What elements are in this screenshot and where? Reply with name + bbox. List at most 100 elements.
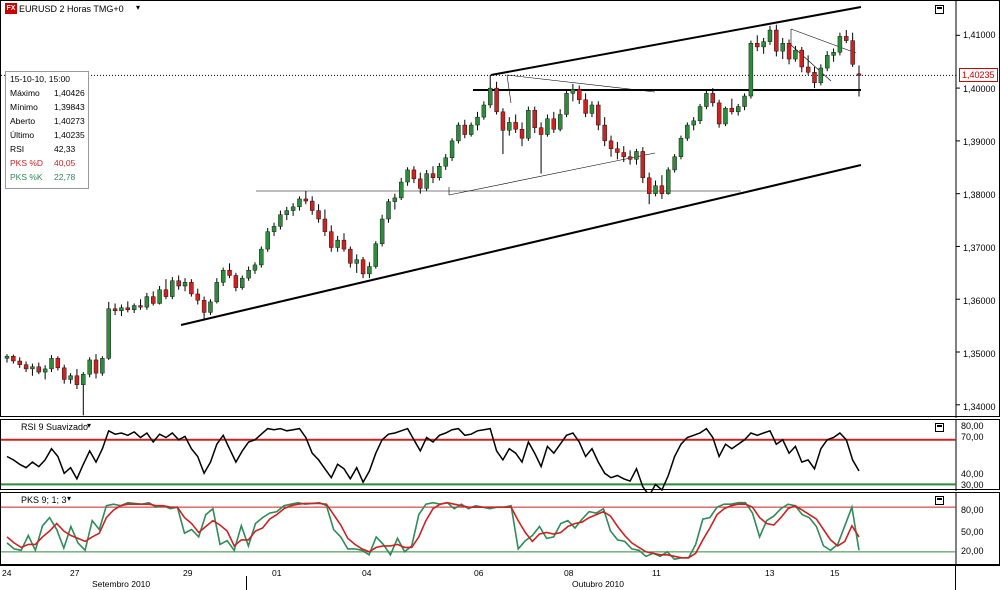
- candle-body: [767, 29, 773, 42]
- lower-trendline: [180, 164, 862, 326]
- candle-body: [163, 289, 169, 297]
- pks-tick: 80,00: [961, 505, 984, 515]
- candle-body: [615, 148, 620, 153]
- candle-body: [481, 104, 487, 118]
- candle-body: [704, 93, 709, 107]
- minimize-icon[interactable]: [935, 496, 944, 505]
- pks-pane[interactable]: PKS 9; 1; 3 ▾ 80,00 50,00 20,00: [0, 492, 1000, 566]
- day-label: 24: [2, 568, 12, 578]
- candle-body: [392, 197, 398, 202]
- candle-body: [208, 301, 213, 313]
- candle-body: [468, 124, 474, 135]
- candle-body: [379, 218, 385, 245]
- candle-body: [608, 140, 614, 149]
- pks-title[interactable]: PKS 9; 1; 3: [21, 495, 67, 505]
- candle-body: [151, 296, 156, 304]
- candle-body: [424, 173, 429, 189]
- minimize-icon[interactable]: [935, 423, 944, 432]
- candle-body: [437, 166, 442, 179]
- candle-body: [507, 122, 512, 131]
- candle-body: [74, 375, 80, 385]
- candle-body: [564, 93, 569, 115]
- candle-body: [252, 264, 258, 271]
- day-label: 13: [765, 568, 775, 578]
- day-label: 08: [564, 568, 574, 578]
- info-row-max: Máximo 1,40426: [10, 88, 85, 98]
- price-chart-svg[interactable]: [1, 1, 1000, 418]
- candle-body: [157, 289, 162, 304]
- candle-body: [373, 243, 378, 267]
- info-row-pks-k: PKS %K 22,78: [10, 172, 76, 182]
- rsi-pane[interactable]: RSI 9 Suavizado ▾ 80,00 70,00 40,00 30,0…: [0, 419, 1000, 497]
- candle-body: [189, 282, 194, 295]
- candle-body: [729, 107, 735, 113]
- candle-body: [125, 307, 131, 310]
- candle-body: [634, 151, 639, 160]
- candle-body: [748, 43, 754, 97]
- candle-body: [386, 201, 391, 220]
- pks-chart-svg[interactable]: [1, 493, 1000, 566]
- candle-body: [11, 356, 16, 362]
- candle-body: [55, 358, 61, 369]
- candle-body: [659, 185, 665, 194]
- candle-body: [399, 181, 404, 199]
- candle-body: [456, 124, 461, 142]
- info-row-last: Último 1,40235: [10, 130, 85, 140]
- candle-body: [577, 88, 582, 100]
- info-datetime: 15-10-10, 15:00: [10, 74, 71, 84]
- candle-body: [672, 156, 677, 171]
- candle-body: [246, 270, 251, 279]
- candle-body: [341, 239, 347, 250]
- day-label: 01: [272, 568, 282, 578]
- candle-body: [640, 151, 646, 179]
- rsi-chart-svg[interactable]: [1, 420, 1000, 497]
- candle-body: [755, 43, 760, 48]
- candle-body: [240, 277, 245, 288]
- candle-body: [278, 214, 283, 227]
- candle-body: [685, 124, 690, 139]
- candle-body: [799, 49, 804, 68]
- chart-window: { "title": "EURUSD 2 Horas TMG+0", "logo…: [0, 0, 1000, 590]
- candle-body: [716, 102, 722, 125]
- price-tick: 1,41000: [963, 30, 996, 40]
- candle-body: [119, 307, 124, 312]
- candle-body: [513, 122, 518, 130]
- candle-body: [475, 116, 480, 126]
- candle-body: [62, 367, 67, 380]
- candle-body: [309, 200, 315, 211]
- candle-body: [678, 138, 684, 157]
- candle-body: [367, 266, 372, 275]
- info-row-pks-d: PKS %D 40,05: [10, 158, 76, 168]
- candle-body: [100, 358, 105, 374]
- chevron-down-icon[interactable]: ▾: [67, 494, 71, 503]
- candle-body: [405, 169, 410, 183]
- candle-body: [4, 356, 10, 359]
- candle-body: [303, 198, 309, 202]
- candle-body: [723, 107, 728, 125]
- chevron-down-icon[interactable]: ▾: [136, 3, 140, 12]
- candle-body: [500, 111, 506, 131]
- candle-body: [538, 127, 544, 135]
- price-pane[interactable]: FX EURUSD 2 Horas TMG+0 ▾ 15-10-10, 15:0…: [0, 0, 1000, 418]
- candle-body: [131, 305, 137, 310]
- candle-body: [322, 218, 328, 232]
- candle-body: [112, 308, 118, 312]
- fx-logo: FX: [5, 3, 17, 14]
- candle-body: [462, 124, 467, 135]
- rsi-title[interactable]: RSI 9 Suavizado: [21, 422, 88, 432]
- candle-body: [710, 93, 715, 104]
- candle-body: [23, 364, 29, 370]
- candle-body: [290, 206, 296, 211]
- candle-body: [596, 104, 601, 126]
- minimize-icon[interactable]: [935, 5, 944, 14]
- candle-body: [195, 293, 200, 301]
- candle-body: [488, 87, 493, 106]
- candle-body: [214, 282, 220, 303]
- candle-body: [284, 210, 289, 215]
- info-panel: 15-10-10, 15:00 Máximo 1,40426 Mínimo 1,39…: [5, 71, 89, 189]
- chart-title[interactable]: EURUSD 2 Horas TMG+0: [19, 4, 124, 14]
- candle-body: [825, 55, 830, 69]
- rsi-line: [6, 427, 860, 497]
- chevron-down-icon[interactable]: ▾: [87, 421, 91, 430]
- candle-body: [557, 114, 563, 130]
